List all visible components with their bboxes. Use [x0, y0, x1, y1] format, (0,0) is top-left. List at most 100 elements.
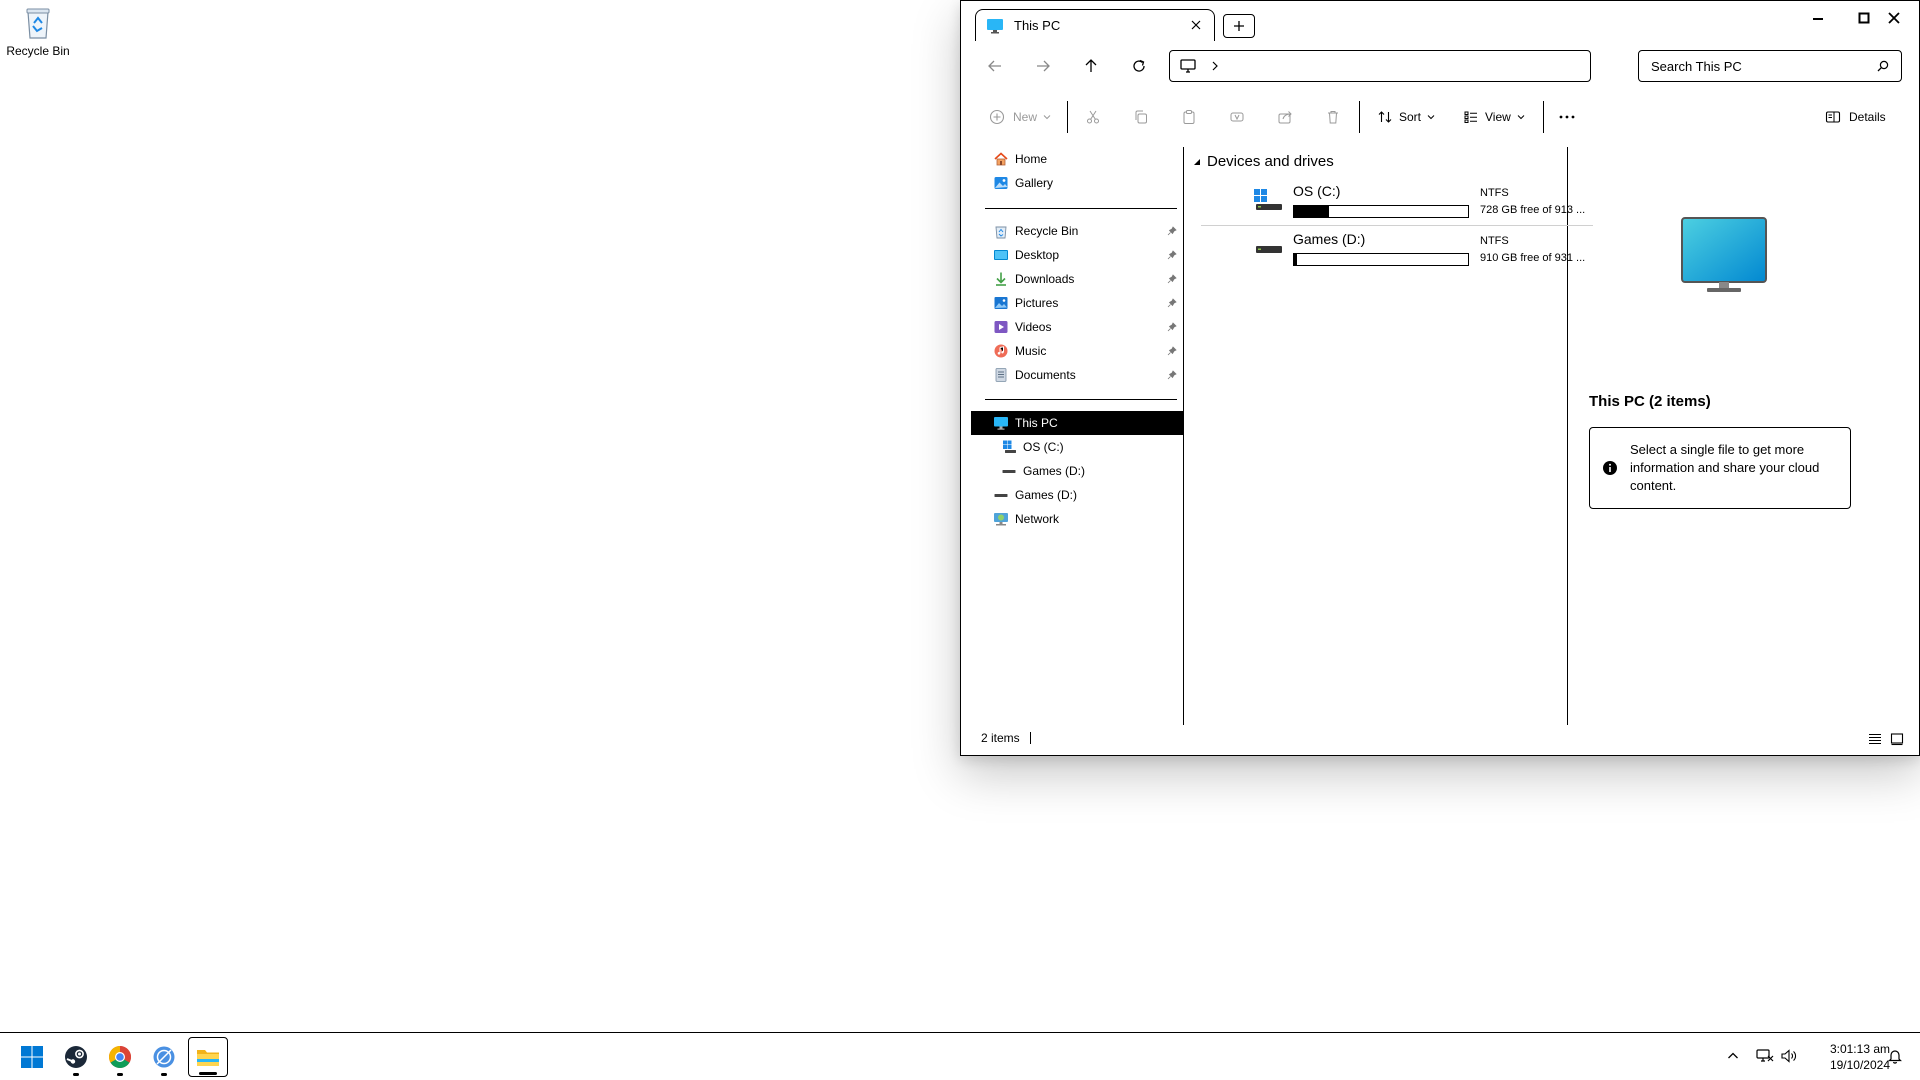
this-pc-large-icon [1679, 215, 1769, 295]
maximize-icon [1858, 12, 1870, 24]
pin-icon[interactable] [1167, 226, 1177, 236]
new-button-label: New [1013, 110, 1038, 124]
view-list-icon [1464, 111, 1477, 123]
forward-button[interactable] [1027, 51, 1059, 81]
pin-icon[interactable] [1167, 346, 1177, 356]
drive-item-os-c[interactable]: OS (C:) NTFS 728 GB free of 913 ... [1201, 179, 1593, 225]
command-bar: New Sort View Details [961, 97, 1919, 137]
desktop-recycle-bin[interactable]: Recycle Bin [4, 6, 72, 58]
taskbar-browser[interactable] [144, 1037, 184, 1077]
drive-name: OS (C:) [1293, 183, 1341, 199]
nav-item-gallery[interactable]: Gallery [971, 171, 1183, 195]
more-options-button[interactable] [1557, 101, 1577, 133]
delete-button[interactable] [1325, 101, 1341, 133]
cut-button[interactable] [1085, 101, 1101, 133]
drive-icon [1253, 235, 1283, 265]
close-icon [1888, 12, 1900, 24]
tab-this-pc[interactable]: This PC [975, 9, 1215, 41]
pin-icon[interactable] [1167, 322, 1177, 332]
drive-usage-bar [1293, 253, 1469, 266]
new-tab-button[interactable] [1223, 14, 1255, 38]
taskbar-steam[interactable] [56, 1037, 96, 1077]
arrow-left-icon [988, 60, 1001, 72]
copy-button[interactable] [1133, 101, 1149, 133]
back-button[interactable] [979, 51, 1011, 81]
windows-start-icon [21, 1046, 43, 1068]
view-button[interactable]: View [1463, 101, 1525, 133]
nav-item-label: This PC [1015, 416, 1058, 430]
taskbar-chrome[interactable] [100, 1037, 140, 1077]
details-label: Details [1849, 110, 1886, 124]
rename-button[interactable] [1229, 101, 1245, 133]
paste-icon [1183, 110, 1195, 124]
pin-icon[interactable] [1167, 250, 1177, 260]
nav-item-games-d-child[interactable]: Games (D:) [971, 459, 1183, 483]
up-button[interactable] [1075, 51, 1107, 81]
nav-item-label: Recycle Bin [1015, 224, 1079, 238]
chevron-down-icon [1043, 115, 1051, 120]
recycle-bin-icon [993, 223, 1009, 239]
taskbar: 3:01:13 am 19/10/2024 [0, 1032, 1920, 1080]
pin-icon[interactable] [1167, 298, 1177, 308]
new-button[interactable]: New [989, 101, 1051, 133]
documents-icon [993, 367, 1009, 383]
pin-icon[interactable] [1167, 274, 1177, 284]
nav-divider [985, 208, 1177, 209]
file-explorer-icon [197, 1050, 219, 1066]
breadcrumb-chevron-icon[interactable] [1210, 61, 1220, 71]
nav-item-pictures[interactable]: Pictures [971, 291, 1183, 315]
sort-label: Sort [1399, 110, 1422, 124]
search-input[interactable]: Search This PC [1651, 59, 1877, 74]
start-button[interactable] [12, 1037, 52, 1077]
nav-item-label: Pictures [1015, 296, 1059, 310]
volume-button[interactable] [1778, 1045, 1800, 1067]
nav-item-downloads[interactable]: Downloads [971, 267, 1183, 291]
tiles-view-button[interactable] [1887, 729, 1907, 749]
drive-separator [1201, 225, 1593, 226]
browser-icon [153, 1046, 175, 1068]
details-pane-button[interactable]: Details [1825, 101, 1886, 133]
share-icon [1278, 111, 1292, 124]
nav-item-documents[interactable]: Documents [971, 363, 1183, 387]
search-icon [1877, 60, 1889, 72]
nav-item-os-c[interactable]: OS (C:) [971, 435, 1183, 459]
pin-icon[interactable] [1167, 370, 1177, 380]
taskbar-file-explorer[interactable] [188, 1037, 228, 1077]
details-view-button[interactable] [1865, 729, 1885, 749]
nav-item-desktop[interactable]: Desktop [971, 243, 1183, 267]
desktop-icon-label: Recycle Bin [6, 44, 70, 58]
clock-time: 3:01:13 am [1829, 1042, 1890, 1056]
minimize-button[interactable] [1795, 3, 1841, 33]
sort-button[interactable]: Sort [1377, 101, 1435, 133]
nav-item-games-d[interactable]: Games (D:) [971, 483, 1183, 507]
tab-close-icon[interactable] [1188, 17, 1204, 33]
search-box[interactable]: Search This PC [1638, 50, 1902, 82]
running-indicator [73, 1073, 79, 1076]
nav-item-network[interactable]: Network [971, 507, 1183, 531]
pictures-icon [993, 295, 1009, 311]
details-view-icon [1869, 733, 1881, 745]
network-status-button[interactable] [1754, 1045, 1776, 1067]
group-header[interactable]: Devices and drives [1193, 153, 1334, 170]
drive-item-games-d[interactable]: Games (D:) NTFS 910 GB free of 931 ... [1201, 227, 1593, 273]
nav-item-label: Videos [1015, 320, 1052, 334]
system-clock[interactable]: 3:01:13 am 19/10/2024 [1800, 1041, 1890, 1073]
volume-icon [1781, 1049, 1796, 1063]
notifications-button[interactable] [1884, 1045, 1906, 1067]
nav-item-recycle-bin[interactable]: Recycle Bin [971, 219, 1183, 243]
refresh-button[interactable] [1123, 51, 1155, 81]
close-button[interactable] [1871, 3, 1917, 33]
pane-splitter-left[interactable] [1183, 147, 1184, 725]
arrow-right-icon [1037, 60, 1050, 72]
sort-icon [1378, 111, 1392, 123]
address-bar[interactable] [1169, 50, 1591, 82]
nav-item-videos[interactable]: Videos [971, 315, 1183, 339]
nav-item-home[interactable]: Home [971, 147, 1183, 171]
windows-drive-icon [1253, 187, 1283, 217]
network-status-icon [1756, 1049, 1774, 1062]
nav-item-this-pc[interactable]: This PC [971, 411, 1183, 435]
nav-item-music[interactable]: Music [971, 339, 1183, 363]
tray-overflow-button[interactable] [1722, 1045, 1744, 1067]
paste-button[interactable] [1181, 101, 1197, 133]
share-button[interactable] [1277, 101, 1293, 133]
